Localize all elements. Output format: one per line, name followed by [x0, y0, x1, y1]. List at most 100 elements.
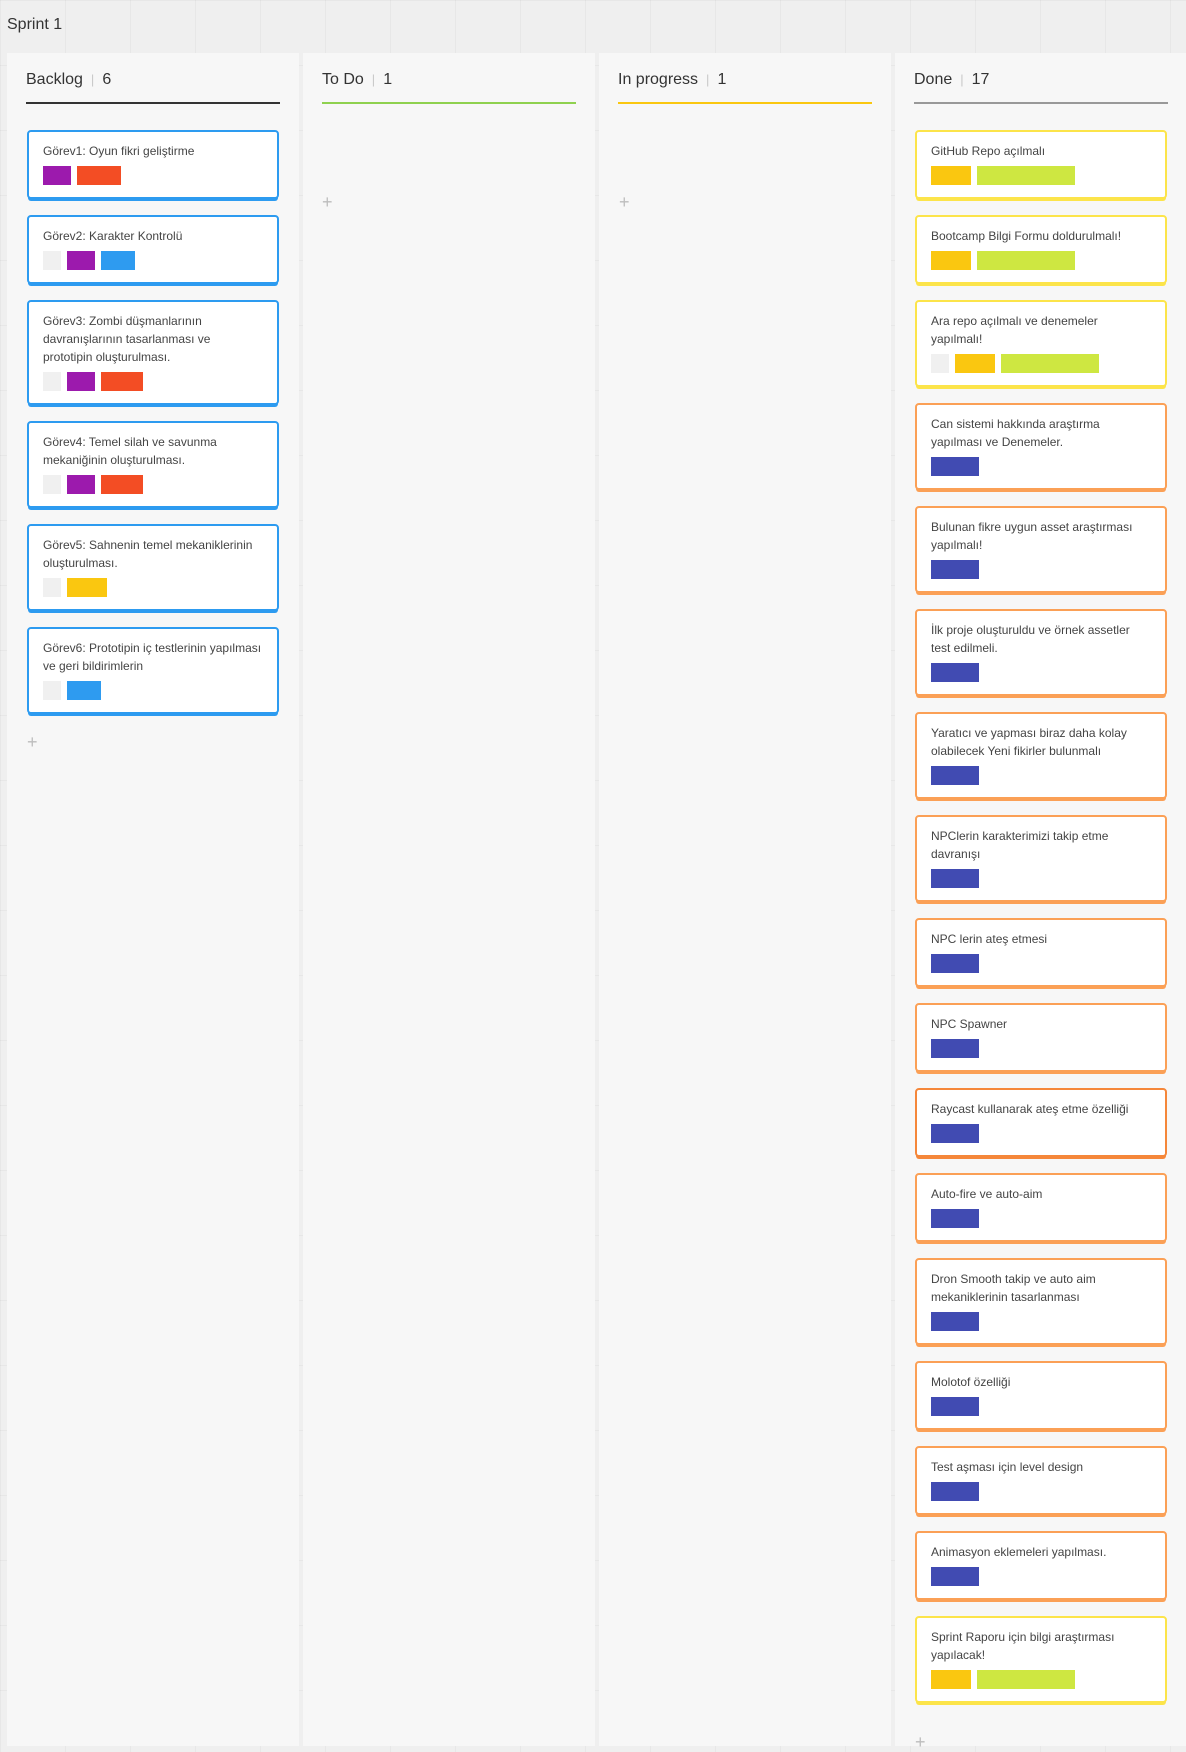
card-text: GitHub Repo açılmalı [931, 144, 1046, 158]
tag-chip[interactable] [43, 578, 61, 597]
task-card[interactable]: Can sistemi hakkında araştırma yapılması… [915, 403, 1167, 490]
add-card-icon[interactable]: + [27, 733, 38, 751]
card-text: Görev6: Prototipin iç testlerinin yapılm… [43, 641, 262, 673]
tag-chip[interactable] [77, 166, 121, 185]
column-count: 17 [971, 71, 990, 88]
card-text: Molotof özelliği [931, 1375, 1011, 1389]
tag-chip[interactable] [931, 1039, 979, 1058]
task-card[interactable]: Animasyon eklemeleri yapılması. [915, 1531, 1167, 1600]
task-card[interactable]: Görev6: Prototipin iç testlerinin yapılm… [27, 627, 279, 714]
add-card-icon[interactable]: + [322, 193, 333, 211]
task-card[interactable]: Görev3: Zombi düşmanlarının davranışları… [27, 300, 279, 405]
card-text: Sprint Raporu için bilgi araştırması yap… [931, 1630, 1115, 1662]
card-text: Can sistemi hakkında araştırma yapılması… [931, 417, 1100, 449]
tag-chip[interactable] [931, 251, 971, 270]
tag-chip[interactable] [43, 251, 61, 270]
card-text: Animasyon eklemeleri yapılması. [931, 1545, 1107, 1559]
tag-chip[interactable] [931, 166, 971, 185]
column-done: Done | 17 GitHub Repo açılmalı Bootcamp Bil… [895, 53, 1186, 1751]
tag-chip[interactable] [931, 1567, 979, 1586]
task-card[interactable]: Bulunan fikre uygun asset araştırması ya… [915, 506, 1167, 593]
task-card[interactable]: Yaratıcı ve yapması biraz daha kolay ola… [915, 712, 1167, 799]
tag-chip[interactable] [931, 560, 979, 579]
task-card[interactable]: Görev4: Temel silah ve savunma mekaniğin… [27, 421, 279, 508]
tag-chip[interactable] [977, 1670, 1075, 1689]
task-card[interactable]: Dron Smooth takip ve auto aim mekanikler… [915, 1258, 1167, 1345]
tag-chip[interactable] [43, 681, 61, 700]
tag-chip[interactable] [931, 954, 979, 973]
card-list: GitHub Repo açılmalı Bootcamp Bilgi Formu… [915, 130, 1167, 1719]
tag-chip[interactable] [67, 251, 95, 270]
card-tags [931, 663, 1151, 682]
card-tags [43, 578, 263, 597]
tag-chip[interactable] [101, 251, 135, 270]
tag-chip[interactable] [43, 372, 61, 391]
column-header[interactable]: Done | 17 [914, 71, 1168, 104]
tag-chip[interactable] [43, 166, 71, 185]
task-card[interactable]: Ara repo açılmalı ve denemeler yapılmalı… [915, 300, 1167, 387]
card-text: Test aşması için level design [931, 1460, 1084, 1474]
tag-chip[interactable] [931, 1670, 971, 1689]
tag-chip[interactable] [931, 1124, 979, 1143]
tag-chip[interactable] [931, 1312, 979, 1331]
card-text: Ara repo açılmalı ve denemeler yapılmalı… [931, 314, 1098, 346]
tag-chip[interactable] [977, 251, 1075, 270]
card-tags [931, 1039, 1151, 1058]
column-backlog: Backlog | 6 Görev1: Oyun fikri geliştirme G… [7, 53, 299, 1746]
column-count: 1 [383, 71, 393, 88]
tag-chip[interactable] [931, 869, 979, 888]
tag-chip[interactable] [43, 475, 61, 494]
add-card-icon[interactable]: + [619, 193, 630, 211]
card-text: Bulunan fikre uygun asset araştırması ya… [931, 520, 1133, 552]
tag-chip[interactable] [955, 354, 995, 373]
column-count: 6 [102, 71, 112, 88]
tag-chip[interactable] [67, 475, 95, 494]
tag-chip[interactable] [931, 663, 979, 682]
card-tags [43, 475, 263, 494]
task-card[interactable]: Molotof özelliği [915, 1361, 1167, 1430]
tag-chip[interactable] [931, 1209, 979, 1228]
task-card[interactable]: Sprint Raporu için bilgi araştırması yap… [915, 1616, 1167, 1703]
card-tags [931, 1482, 1151, 1501]
task-card[interactable]: GitHub Repo açılmalı [915, 130, 1167, 199]
tag-chip[interactable] [1001, 354, 1099, 373]
card-tags [43, 166, 263, 185]
card-tags [931, 251, 1151, 270]
card-tags [931, 1124, 1151, 1143]
tag-chip[interactable] [931, 354, 949, 373]
card-tags [931, 766, 1151, 785]
tag-chip[interactable] [101, 475, 143, 494]
tag-chip[interactable] [67, 578, 107, 597]
tag-chip[interactable] [67, 681, 101, 700]
column-header[interactable]: Backlog | 6 [26, 71, 280, 104]
tag-chip[interactable] [101, 372, 143, 391]
task-card[interactable]: Raycast kullanarak ateş etme özelliği [915, 1088, 1167, 1157]
column-header[interactable]: In progress | 1 [618, 71, 872, 104]
task-card[interactable]: NPC Spawner [915, 1003, 1167, 1072]
task-card[interactable]: Bootcamp Bilgi Formu doldurulmalı! [915, 215, 1167, 284]
column-name: Backlog [26, 71, 83, 88]
task-card[interactable]: İlk proje oluşturuldu ve örnek assetler … [915, 609, 1167, 696]
card-tags [43, 681, 263, 700]
add-card-icon[interactable]: + [915, 1733, 926, 1751]
tag-chip[interactable] [977, 166, 1075, 185]
task-card[interactable]: Auto-fire ve auto-aim [915, 1173, 1167, 1242]
column-header[interactable]: To Do | 1 [322, 71, 576, 104]
tag-chip[interactable] [67, 372, 95, 391]
task-card[interactable]: Görev5: Sahnenin temel mekaniklerinin ol… [27, 524, 279, 611]
card-tags [931, 869, 1151, 888]
tag-chip[interactable] [931, 1482, 979, 1501]
column-todo: To Do | 1 + [303, 53, 595, 1746]
task-card[interactable]: NPC lerin ateş etmesi [915, 918, 1167, 987]
task-card[interactable]: Test aşması için level design [915, 1446, 1167, 1515]
tag-chip[interactable] [931, 457, 979, 476]
card-text: NPC lerin ateş etmesi [931, 932, 1048, 946]
task-card[interactable]: Görev2: Karakter Kontrolü [27, 215, 279, 284]
tag-chip[interactable] [931, 766, 979, 785]
card-tags [931, 1397, 1151, 1416]
task-card[interactable]: NPClerin karakterimizi takip etme davran… [915, 815, 1167, 902]
task-card[interactable]: Görev1: Oyun fikri geliştirme [27, 130, 279, 199]
card-text: NPC Spawner [931, 1017, 1008, 1031]
tag-chip[interactable] [931, 1397, 979, 1416]
frame-title: Sprint 1 [7, 16, 63, 33]
